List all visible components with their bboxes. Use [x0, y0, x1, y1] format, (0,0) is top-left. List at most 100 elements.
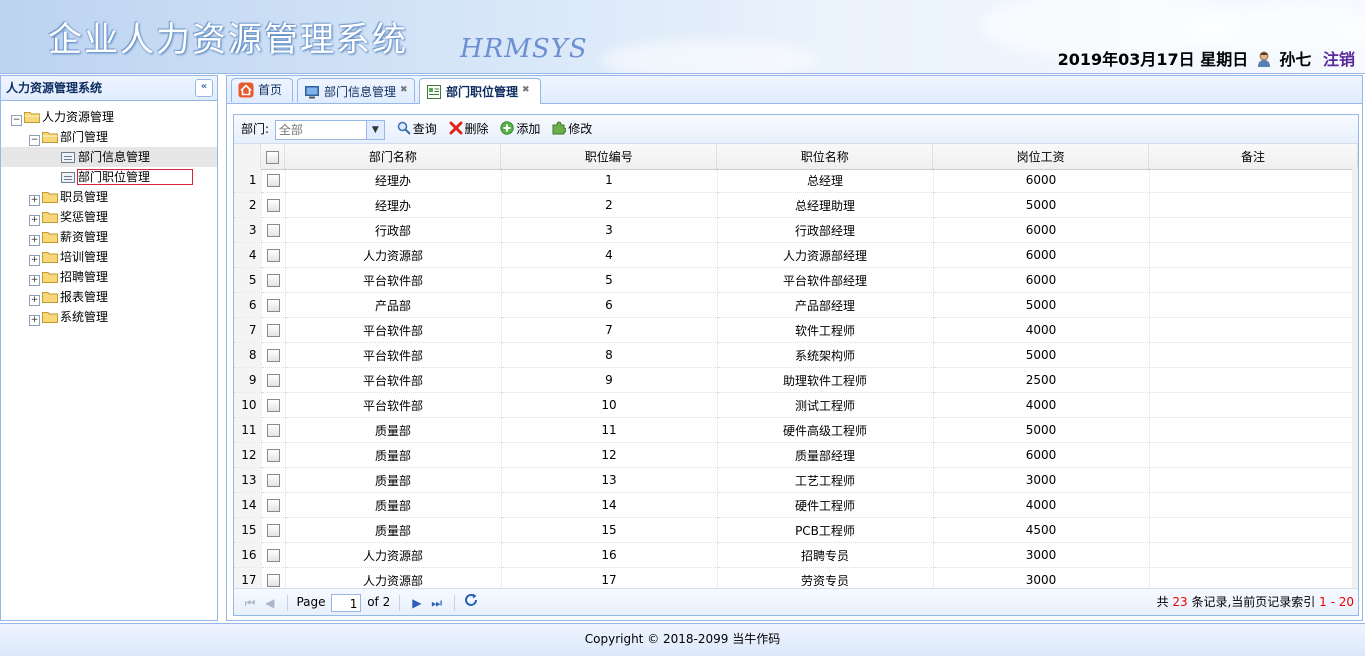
tree-expand-icon[interactable]: + — [29, 235, 40, 246]
tab-dept-info[interactable]: 部门信息管理 ✖ — [297, 78, 415, 102]
tree-expand-icon[interactable]: + — [29, 215, 40, 226]
checkbox-icon[interactable] — [266, 249, 280, 262]
tree-collapse-icon[interactable]: − — [29, 135, 40, 146]
collapse-left-icon[interactable]: « — [195, 79, 213, 97]
tree-node-group[interactable]: + 薪资管理 — [1, 227, 217, 247]
checkbox-icon[interactable] — [266, 299, 280, 312]
cell-salary: 5000 — [933, 192, 1150, 218]
row-checkbox[interactable] — [261, 467, 286, 493]
tree-node-dept[interactable]: − 部门管理 — [1, 127, 217, 147]
checkbox-icon[interactable] — [266, 524, 280, 537]
row-checkbox[interactable] — [261, 217, 286, 243]
sidebar-item-dept-post[interactable]: 部门职位管理 — [1, 167, 217, 187]
table-row[interactable]: 10 平台软件部 10 测试工程师 4000 — [234, 392, 1353, 418]
table-row[interactable]: 8 平台软件部 8 系统架构师 5000 — [234, 342, 1353, 368]
row-checkbox[interactable] — [261, 567, 286, 589]
tree-node-group[interactable]: + 奖惩管理 — [1, 207, 217, 227]
tree-node-root[interactable]: − 人力资源管理 — [1, 107, 217, 127]
checkbox-icon[interactable] — [266, 324, 280, 337]
row-checkbox[interactable] — [261, 317, 286, 343]
page-number-input[interactable]: 1 — [331, 593, 362, 612]
tree-node-group[interactable]: + 系统管理 — [1, 307, 217, 327]
table-row[interactable]: 4 人力资源部 4 人力资源部经理 6000 — [234, 242, 1353, 268]
table-row[interactable]: 11 质量部 11 硬件高级工程师 5000 — [234, 417, 1353, 443]
table-row[interactable]: 2 经理办 2 总经理助理 5000 — [234, 192, 1353, 218]
refresh-icon[interactable] — [463, 590, 479, 616]
search-button[interactable]: 查询 — [397, 115, 437, 143]
search-icon — [397, 117, 411, 135]
select-all-checkbox[interactable] — [260, 144, 286, 170]
checkbox-icon[interactable] — [266, 424, 280, 437]
row-checkbox[interactable] — [261, 517, 286, 543]
checkbox-icon[interactable] — [266, 224, 280, 237]
column-header[interactable]: 职位编号 — [500, 144, 718, 170]
chevron-down-icon[interactable]: ▼ — [365, 120, 384, 139]
table-row[interactable]: 9 平台软件部 9 助理软件工程师 2500 — [234, 367, 1353, 393]
row-checkbox[interactable] — [261, 542, 286, 568]
table-row[interactable]: 15 质量部 15 PCB工程师 4500 — [234, 517, 1353, 543]
table-row[interactable]: 12 质量部 12 质量部经理 6000 — [234, 442, 1353, 468]
prev-page-icon[interactable]: ◀ — [262, 590, 278, 616]
column-header[interactable]: 职位名称 — [716, 144, 934, 170]
checkbox-icon[interactable] — [266, 374, 280, 387]
checkbox-icon[interactable] — [266, 274, 280, 287]
tree-node-group[interactable]: + 培训管理 — [1, 247, 217, 267]
first-page-icon[interactable]: ⏮ — [242, 590, 258, 616]
tab-dept-post[interactable]: 部门职位管理 ✖ — [419, 78, 541, 104]
table-row[interactable]: 6 产品部 6 产品部经理 5000 — [234, 292, 1353, 318]
table-row[interactable]: 7 平台软件部 7 软件工程师 4000 — [234, 317, 1353, 343]
row-checkbox[interactable] — [261, 242, 286, 268]
tree-expand-icon[interactable]: + — [29, 195, 40, 206]
tree-expand-icon[interactable]: + — [29, 295, 40, 306]
table-row[interactable]: 14 质量部 14 硬件工程师 4000 — [234, 492, 1353, 518]
tree-expand-icon[interactable]: + — [29, 255, 40, 266]
last-page-icon[interactable]: ⏭ — [429, 590, 445, 616]
tree-node-group[interactable]: + 招聘管理 — [1, 267, 217, 287]
table-row[interactable]: 16 人力资源部 16 招聘专员 3000 — [234, 542, 1353, 568]
tree-node-group[interactable]: + 报表管理 — [1, 287, 217, 307]
add-button[interactable]: 添加 — [500, 115, 540, 143]
row-checkbox[interactable] — [261, 168, 286, 193]
checkbox-icon[interactable] — [266, 499, 280, 512]
table-row[interactable]: 17 人力资源部 17 劳资专员 3000 — [234, 567, 1353, 589]
row-checkbox[interactable] — [261, 342, 286, 368]
close-icon[interactable]: ✖ — [400, 79, 408, 101]
table-row[interactable]: 1 经理办 1 总经理 6000 — [234, 168, 1353, 193]
row-checkbox[interactable] — [261, 417, 286, 443]
row-checkbox[interactable] — [261, 267, 286, 293]
sidebar-item-dept-info[interactable]: 部门信息管理 — [1, 147, 217, 167]
delete-button[interactable]: 删除 — [449, 115, 489, 143]
close-icon[interactable]: ✖ — [522, 79, 530, 101]
checkbox-icon[interactable] — [266, 349, 280, 362]
tree-collapse-icon[interactable]: − — [11, 115, 22, 126]
checkbox-icon[interactable] — [266, 150, 280, 164]
checkbox-icon[interactable] — [266, 449, 280, 462]
logout-link[interactable]: 注销 — [1323, 50, 1355, 69]
row-checkbox[interactable] — [261, 492, 286, 518]
table-row[interactable]: 3 行政部 3 行政部经理 6000 — [234, 217, 1353, 243]
dept-filter-select[interactable]: 全部 ▼ — [274, 119, 385, 140]
row-checkbox[interactable] — [261, 392, 286, 418]
table-row[interactable]: 13 质量部 13 工艺工程师 3000 — [234, 467, 1353, 493]
vertical-scrollbar[interactable] — [1352, 168, 1358, 589]
column-header[interactable]: 备注 — [1148, 144, 1358, 170]
row-checkbox[interactable] — [261, 292, 286, 318]
column-header[interactable]: 部门名称 — [284, 144, 502, 170]
checkbox-icon[interactable] — [266, 549, 280, 562]
table-row[interactable]: 5 平台软件部 5 平台软件部经理 6000 — [234, 267, 1353, 293]
tree-expand-icon[interactable]: + — [29, 315, 40, 326]
checkbox-icon[interactable] — [266, 474, 280, 487]
tree-node-group[interactable]: + 职员管理 — [1, 187, 217, 207]
checkbox-icon[interactable] — [266, 174, 280, 187]
tab-home[interactable]: 首页 — [231, 78, 293, 102]
row-checkbox[interactable] — [261, 367, 286, 393]
checkbox-icon[interactable] — [266, 399, 280, 412]
next-page-icon[interactable]: ▶ — [409, 590, 425, 616]
edit-button[interactable]: 修改 — [552, 115, 592, 143]
row-checkbox[interactable] — [261, 442, 286, 468]
column-header[interactable]: 岗位工资 — [932, 144, 1150, 170]
checkbox-icon[interactable] — [266, 199, 280, 212]
tree-expand-icon[interactable]: + — [29, 275, 40, 286]
checkbox-icon[interactable] — [266, 574, 280, 587]
row-checkbox[interactable] — [261, 192, 286, 218]
